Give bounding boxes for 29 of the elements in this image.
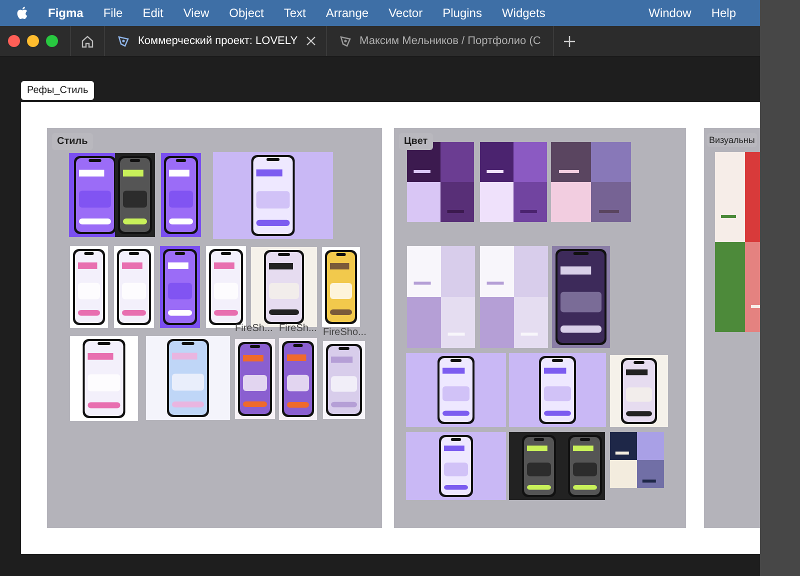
frame-label[interactable]: Рефы_Стиль <box>21 81 94 100</box>
image-caption: FireSho... <box>323 327 366 338</box>
menu-item[interactable]: Window <box>648 6 692 20</box>
menu-item[interactable]: Arrange <box>326 6 369 20</box>
menu-item[interactable]: Text <box>284 6 306 20</box>
add-tab-icon[interactable] <box>564 36 575 46</box>
zoom-window-button[interactable] <box>46 35 58 47</box>
menu-item[interactable]: Plugins <box>442 6 482 20</box>
menu-item[interactable]: Vector <box>388 6 423 20</box>
apple-icon[interactable] <box>16 6 28 20</box>
file-tab[interactable]: Максим Мельников / Портфолио (С <box>326 26 554 56</box>
menu-item[interactable]: Widgets <box>502 6 546 20</box>
app-menu[interactable]: Figma <box>48 6 84 20</box>
section-title: Цвет <box>399 133 433 150</box>
section-title: Визуальны <box>707 133 757 147</box>
section-title: Стиль <box>52 133 93 150</box>
file-icon <box>117 34 130 48</box>
minimize-window-button[interactable] <box>27 35 39 47</box>
image-caption: FireSh... <box>279 323 317 334</box>
close-icon[interactable] <box>306 36 316 46</box>
image-caption: FireSh... <box>235 323 273 334</box>
menu-item[interactable]: View <box>183 6 210 20</box>
menu-item[interactable]: Object <box>229 6 264 20</box>
menu-item[interactable]: File <box>103 6 123 20</box>
menu-item[interactable]: Help <box>711 6 736 20</box>
menu-item[interactable]: Edit <box>142 6 164 20</box>
close-window-button[interactable] <box>8 35 20 47</box>
file-icon <box>338 34 352 48</box>
home-icon[interactable] <box>81 34 94 48</box>
